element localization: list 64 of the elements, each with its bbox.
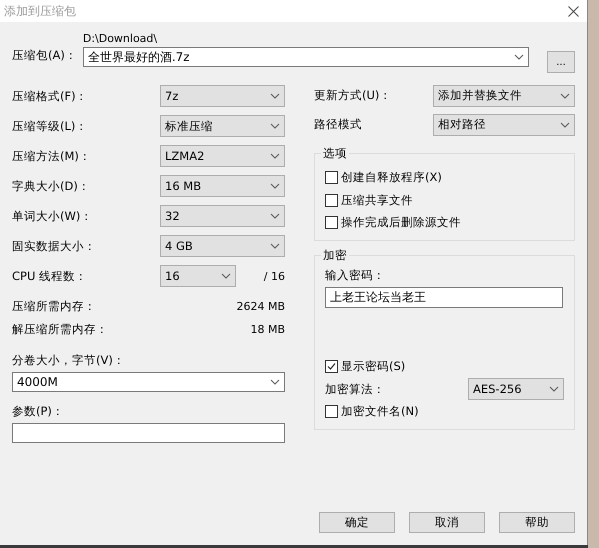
dropdown[interactable]: AES-256: [468, 378, 564, 400]
checkbox[interactable]: [325, 405, 338, 418]
field-label: 压缩包(A)：: [12, 48, 77, 63]
checkbox[interactable]: [325, 216, 338, 230]
dialog-button[interactable]: 确定: [319, 512, 395, 533]
dropdown[interactable]: 32: [160, 205, 285, 227]
memory-value: 2624 MB: [236, 300, 285, 313]
dropdown[interactable]: LZMA2: [160, 145, 285, 167]
caret-icon: [270, 123, 280, 129]
caret-icon: [514, 54, 524, 60]
field-label: CPU 线程数：: [12, 268, 88, 284]
browse-button[interactable]: ...: [547, 51, 575, 73]
checkbox-label: 创建自释放程序(X): [341, 170, 442, 185]
thread-total: / 16: [264, 270, 285, 282]
field-label: 参数(P)：: [12, 404, 65, 419]
checkbox-label: 显示密码(S): [341, 359, 406, 374]
field-label: 输入密码：: [325, 268, 386, 283]
caret-icon: [560, 92, 570, 98]
field-label: 压缩格式(F)：: [12, 88, 88, 104]
caret-icon: [270, 379, 280, 385]
caret-icon: [270, 153, 280, 159]
field-label: 更新方式(U)：: [314, 88, 392, 103]
volume-size-combo[interactable]: 4000M: [12, 372, 285, 392]
caret-icon: [549, 386, 559, 392]
dropdown[interactable]: 4 GB: [160, 235, 285, 257]
path-text: D:\Download\: [82, 32, 158, 45]
checkbox[interactable]: [325, 170, 338, 184]
group-title: 选项: [321, 146, 349, 161]
field-label: 固实数据大小：: [12, 238, 96, 254]
field-label: 分卷大小，字节(V)：: [12, 353, 126, 368]
dropdown[interactable]: 16: [160, 265, 236, 287]
checkbox[interactable]: [325, 194, 338, 206]
checkbox[interactable]: [325, 360, 338, 373]
caret-icon: [270, 183, 280, 189]
window-title: 添加到压缩包: [4, 2, 76, 20]
memory-label: 压缩所需内存：: [12, 299, 96, 314]
memory-label: 解压缩所需内存：: [12, 322, 108, 337]
dropdown[interactable]: 添加并替换文件: [433, 84, 575, 106]
dropdown[interactable]: 16 MB: [160, 175, 285, 197]
field-label: 加密算法：: [325, 382, 385, 396]
group-title: 加密: [321, 248, 349, 263]
field-label: 字典大小(D)：: [12, 178, 90, 194]
dialog-button[interactable]: 取消: [409, 512, 485, 533]
caret-icon: [270, 243, 280, 249]
dropdown[interactable]: 相对路径: [433, 114, 575, 136]
dialog-button[interactable]: 帮助: [499, 512, 575, 533]
field-label: 压缩等级(L)：: [12, 118, 88, 134]
dropdown[interactable]: 标准压缩: [160, 115, 285, 137]
checkbox-label: 压缩共享文件: [341, 192, 413, 208]
field-label: 路径模式: [314, 117, 362, 132]
password-field[interactable]: 上老王论坛当老王: [325, 287, 563, 308]
field-label: 压缩方法(M)：: [12, 148, 91, 164]
close-icon[interactable]: [568, 6, 579, 16]
checkbox-label: 操作完成后删除源文件: [341, 215, 461, 230]
parameters-field[interactable]: [12, 423, 285, 443]
caret-icon: [270, 93, 280, 99]
field-label: 单词大小(W)：: [12, 208, 92, 224]
caret-icon: [560, 122, 570, 128]
dropdown[interactable]: 7z: [160, 85, 285, 107]
caret-icon: [221, 273, 231, 279]
checkbox-label: 加密文件名(N): [341, 404, 419, 419]
caret-icon: [270, 213, 280, 219]
memory-value: 18 MB: [250, 323, 285, 336]
archive-name-combo[interactable]: 全世界最好的酒.7z: [82, 47, 529, 67]
